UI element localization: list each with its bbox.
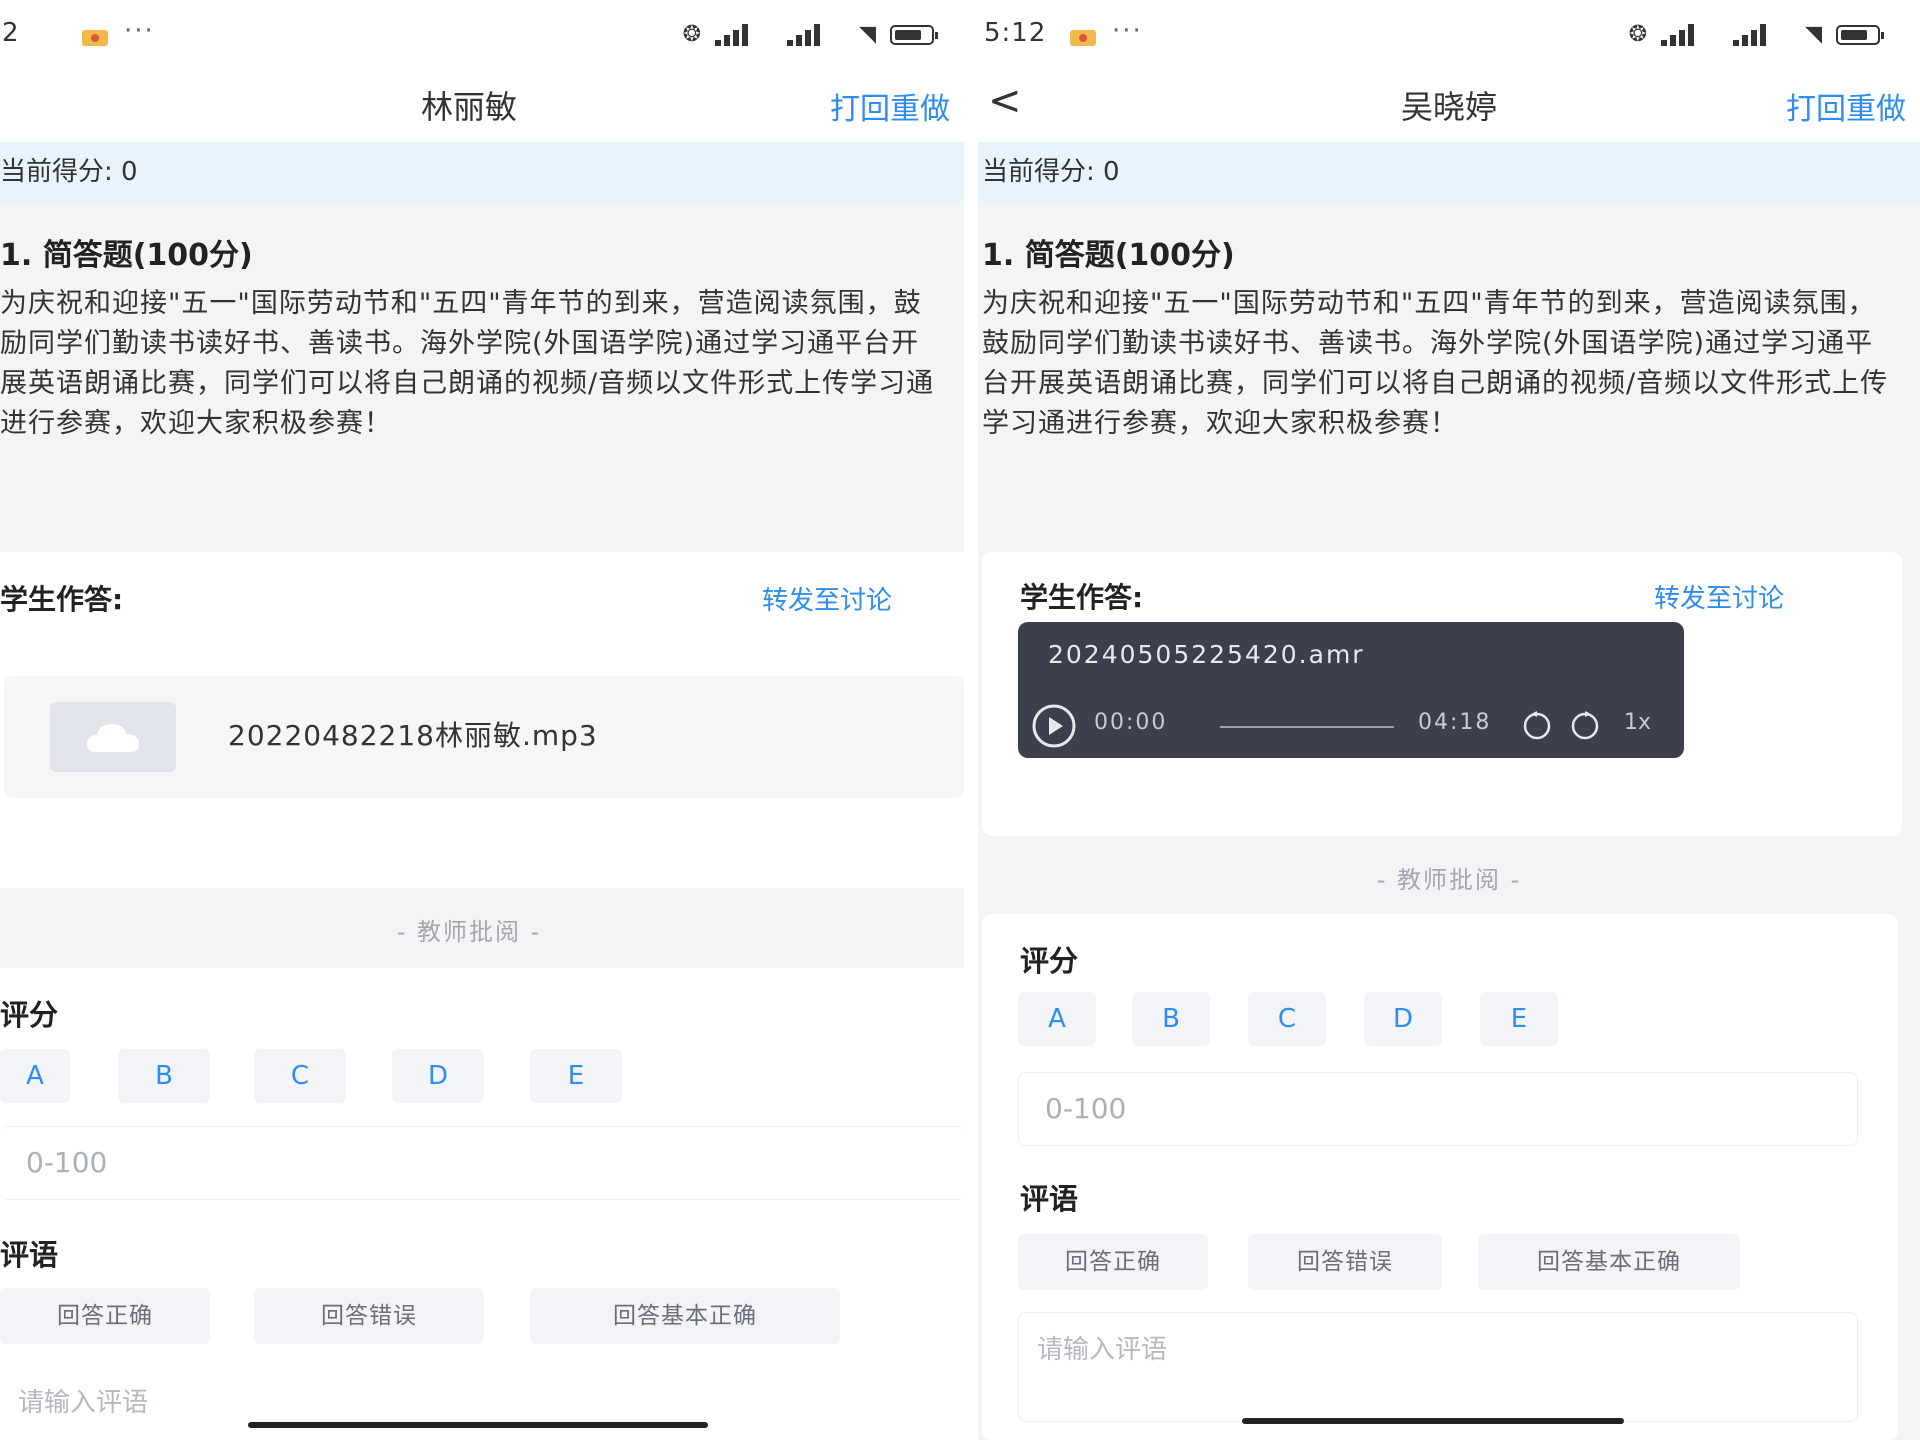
play-icon[interactable] [1030,702,1078,750]
grade-label: 评分 [1020,944,1079,978]
signal-icon [1661,23,1719,46]
grade-button-a[interactable]: A [1018,992,1096,1046]
audio-duration: 04:18 [1418,710,1492,735]
nav-bar: < 吴晓婷 打回重做 [978,72,1920,142]
grade-button-c[interactable]: C [1248,992,1326,1046]
rewind-icon[interactable] [1520,708,1554,742]
question-title: 1. 简答题(100分) [982,238,1235,273]
cloud-icon [50,702,176,772]
student-answer-card: 学生作答: 转发至讨论 20240505225420.amr 00:00 04:… [982,552,1902,836]
grade-button-b[interactable]: B [118,1049,210,1103]
wifi-icon: ◥ [859,22,876,47]
playback-speed-button[interactable]: 1x [1624,710,1651,735]
comment-label: 评语 [0,1238,59,1272]
audio-player[interactable]: 20240505225420.amr 00:00 04:18 1x [1018,622,1684,758]
status-icons: ❂ ◥ [682,22,938,47]
home-indicator [1242,1418,1624,1424]
student-answer-label: 学生作答: [1020,581,1144,614]
forward-icon[interactable] [1568,708,1602,742]
audio-progress-track[interactable] [1220,726,1394,728]
attachment-file[interactable]: 20220482218林丽敏.mp3 [4,676,964,798]
attachment-file-name: 20220482218林丽敏.mp3 [228,719,598,752]
audio-controls: 00:00 04:18 1x [1030,702,1664,750]
comment-chip-wrong[interactable]: 回答错误 [1248,1234,1442,1290]
score-input[interactable]: 0-100 [0,1126,964,1200]
teacher-review-divider: - 教师批阅 - [1376,866,1522,894]
grade-button-b[interactable]: B [1132,992,1210,1046]
grade-button-e[interactable]: E [1480,992,1558,1046]
grade-button-c[interactable]: C [254,1049,346,1103]
current-score: 当前得分: 0 [0,142,964,202]
status-bar: 5:12 ··· ❂ ◥ [978,0,1920,72]
comment-input[interactable]: 请输入评语 [0,1366,964,1440]
comment-chip-mostly-correct[interactable]: 回答基本正确 [1478,1234,1740,1290]
right-phone-screen: 5:12 ··· ❂ ◥ < 吴晓婷 打回重做 当前得分: 0 1. 简答题(1… [978,0,1920,1440]
grade-button-d[interactable]: D [392,1049,484,1103]
question-title: 1. 简答题(100分) [0,238,253,273]
signal-icon [787,23,845,46]
more-notifications-icon: ··· [1112,16,1143,46]
comment-input[interactable]: 请输入评语 [1018,1312,1858,1422]
nfc-icon: ❂ [1628,22,1648,47]
status-bar: 2 ··· ❂ ◥ [0,0,964,72]
battery-icon [890,24,938,45]
forward-to-discussion-link[interactable]: 转发至讨论 [1654,578,1784,615]
grade-label: 评分 [0,998,59,1032]
comment-label: 评语 [1020,1182,1079,1216]
grade-button-d[interactable]: D [1364,992,1442,1046]
question-block: 1. 简答题(100分) 为庆祝和迎接"五一"国际劳动节和"五四"青年节的到来，… [0,202,964,444]
question-text: 为庆祝和迎接"五一"国际劳动节和"五四"青年节的到来，营造阅读氛围，鼓励同学们勤… [982,288,1889,439]
nav-bar: 林丽敏 打回重做 [0,72,964,142]
battery-icon [1836,24,1884,45]
review-card: 评分 A B C D E 0-100 评语 回答正确 回答错误 回答基本正确 请… [982,914,1898,1440]
status-time: 5:12 [984,18,1047,48]
comment-chip-correct[interactable]: 回答正确 [0,1288,210,1344]
student-name-title: 吴晓婷 [1400,88,1497,126]
current-score: 当前得分: 0 [978,142,1920,202]
student-answer-card: 学生作答: 转发至讨论 20220482218林丽敏.mp3 [0,552,964,888]
forward-to-discussion-link[interactable]: 转发至讨论 [762,580,892,617]
return-redo-button[interactable]: 打回重做 [830,84,950,128]
left-phone-screen: 2 ··· ❂ ◥ 林丽敏 打回重做 当前得分: 0 1. 简答题(100分) … [0,0,964,1440]
status-icons: ❂ ◥ [1628,22,1884,47]
teacher-review-divider: - 教师批阅 - [396,918,542,946]
score-input[interactable]: 0-100 [1018,1072,1858,1146]
status-time: 2 [2,18,20,48]
audio-file-name: 20240505225420.amr [1048,640,1365,669]
grade-button-e[interactable]: E [530,1049,622,1103]
grade-button-a[interactable]: A [0,1049,70,1103]
comment-chip-correct[interactable]: 回答正确 [1018,1234,1208,1290]
question-block: 1. 简答题(100分) 为庆祝和迎接"五一"国际劳动节和"五四"青年节的到来，… [978,202,1920,444]
comment-chip-mostly-correct[interactable]: 回答基本正确 [530,1288,840,1344]
nfc-icon: ❂ [682,22,702,47]
home-indicator [248,1422,708,1428]
student-name-title: 林丽敏 [420,88,517,126]
app-notification-icon [1070,30,1096,46]
student-answer-label: 学生作答: [0,583,124,616]
wifi-icon: ◥ [1805,22,1822,47]
review-card: 评分 A B C D E 0-100 评语 回答正确 回答错误 回答基本正确 请… [0,968,964,1440]
signal-icon [715,23,773,46]
audio-current-time: 00:00 [1094,710,1168,735]
question-text: 为庆祝和迎接"五一"国际劳动节和"五四"青年节的到来，营造阅读氛围，鼓励同学们勤… [0,288,935,439]
return-redo-button[interactable]: 打回重做 [1786,84,1906,128]
comment-chip-wrong[interactable]: 回答错误 [254,1288,484,1344]
signal-icon [1733,23,1791,46]
more-notifications-icon: ··· [124,16,155,46]
app-notification-icon [82,30,108,46]
